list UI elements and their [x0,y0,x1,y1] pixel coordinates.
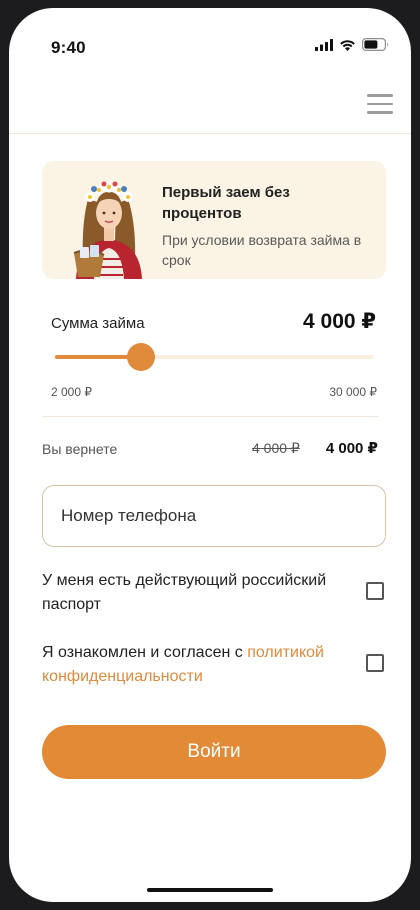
passport-agreement-row: У меня есть действующий российский паспо… [42,569,386,617]
battery-icon [362,38,388,51]
status-bar: 9:40 [9,8,411,72]
phone-number-input[interactable] [42,485,386,547]
status-time: 9:40 [51,38,86,57]
slider-max-label: 30 000 ₽ [329,385,377,399]
loan-amount-label: Сумма займа [51,315,145,332]
loan-amount-slider[interactable] [55,343,373,371]
home-indicator [147,888,273,892]
policy-agreement-row: Я ознакомлен и согласен с политикой конф… [42,641,386,689]
repayment-old-amount: 4 000 ₽ [252,440,300,456]
passport-checkbox[interactable] [366,582,384,600]
hamburger-menu-icon[interactable] [367,94,393,114]
banner-title: Первый заем без процентов [162,184,290,222]
woman-in-flower-wreath-illustration [73,181,142,279]
login-button[interactable]: Войти [42,725,386,779]
repayment-new-amount: 4 000 ₽ [325,440,378,457]
cellular-signal-icon [315,38,333,51]
status-icons [315,38,389,51]
repayment-label: Вы вернете [42,441,118,457]
divider [42,416,378,417]
loan-amount-value: 4 000 ₽ [303,310,376,333]
policy-agreement-label: Я ознакомлен и согласен с [42,644,248,661]
banner-subtitle: При условии возврата займа в срок [162,232,362,268]
promo-banner: Первый заем без процентов При условии во… [42,161,386,279]
wifi-icon [340,39,355,51]
phone-screen: 9:40 Первый заем без процентов При услов… [9,8,411,902]
slider-thumb[interactable] [126,343,155,371]
policy-agreement-text: Я ознакомлен и согласен с политикой конф… [42,641,342,689]
passport-agreement-text: У меня есть действующий российский паспо… [42,572,327,613]
app-header [9,72,411,134]
slider-min-label: 2 000 ₽ [51,385,92,399]
policy-checkbox[interactable] [366,654,384,672]
